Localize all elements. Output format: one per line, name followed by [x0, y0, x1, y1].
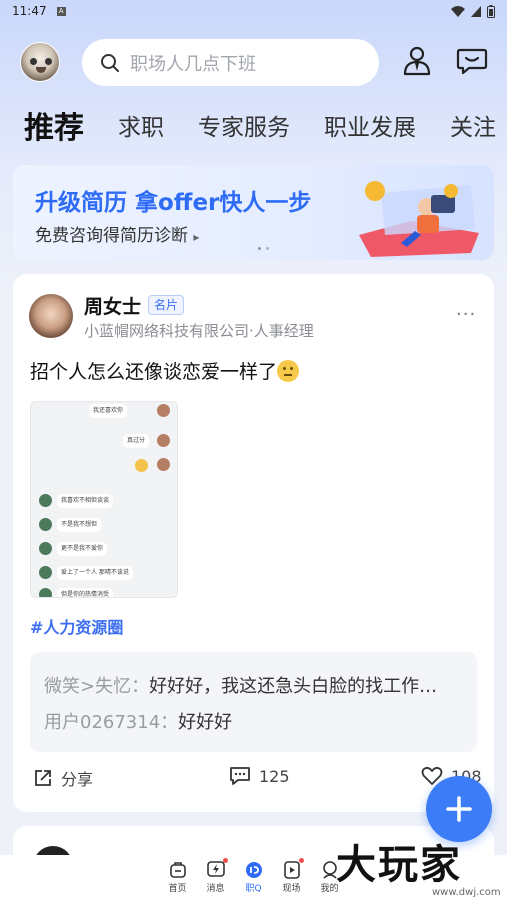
banner-subtitle: 免费咨询得简历诊断 ▸ — [35, 226, 200, 246]
status-bar: 11:47 A — [0, 0, 507, 22]
tab-job-seeking[interactable]: 求职 — [118, 108, 164, 142]
wifi-icon — [451, 5, 465, 17]
comment-author: 微笑>失忆： — [44, 676, 150, 697]
comment-item: 微笑>失忆：好好好，我这还急头白脸的找工作… — [44, 672, 437, 698]
post-image-chat-screenshot[interactable]: 我还喜欢你 真过分 我喜欢不相但谈谈 不是我不想但 更不是我不爱你 爱上了一个人… — [30, 401, 178, 598]
share-icon — [35, 770, 51, 786]
zhiq-icon — [245, 862, 262, 878]
banner-title: 升级简历 拿offer快人一步 — [35, 190, 312, 216]
live-icon — [283, 861, 300, 879]
comment-text: 好好好 — [178, 712, 233, 733]
chat-bubble: 我还喜欢你 — [89, 404, 128, 418]
chat-bubble: 更不是我不爱你 — [57, 542, 108, 556]
share-label: 分享 — [61, 770, 94, 789]
plus-icon — [446, 796, 472, 822]
banner-illustration — [359, 181, 479, 257]
more-options-icon[interactable]: ··· — [456, 304, 476, 325]
notification-icon: A — [56, 6, 66, 16]
comment-count: 125 — [259, 766, 290, 786]
search-placeholder: 职场人几点下班 — [130, 53, 256, 75]
top-header: 职场人几点下班 — [0, 36, 507, 90]
recruiter-icon[interactable] — [400, 44, 434, 78]
nav-label: 消息 — [206, 884, 225, 894]
nav-label: 首页 — [168, 884, 187, 894]
comment-author: 用户0267314： — [44, 712, 179, 733]
chat-avatar — [157, 404, 170, 417]
hashtag-link[interactable]: #人力资源圈 — [30, 614, 123, 638]
chat-bubble: 爱上了一个人 那晴不该说 — [57, 566, 133, 580]
chat-bubble: 但是你的热情消受 — [57, 588, 114, 597]
chat-bubble: 真过分 — [123, 434, 150, 448]
tab-following[interactable]: 关注 — [450, 108, 496, 142]
comment-button[interactable]: 125 — [229, 766, 290, 786]
chat-avatar — [157, 434, 170, 447]
signal-icon — [471, 5, 481, 17]
chat-avatar — [39, 494, 52, 507]
chat-avatar — [39, 588, 52, 597]
author-name[interactable]: 周女士 — [84, 292, 141, 319]
unread-dot — [222, 858, 228, 863]
unread-dot — [298, 858, 304, 863]
category-tabs: 推荐 求职 专家服务 职业发展 关注 — [0, 100, 507, 150]
battery-icon — [487, 4, 495, 18]
post-text: 招个人怎么还像谈恋爱一样了 — [30, 357, 300, 384]
message-icon[interactable] — [455, 44, 489, 78]
chat-avatar — [39, 566, 52, 579]
nav-home[interactable]: 首页 — [159, 855, 197, 903]
lightning-message-icon — [206, 861, 225, 877]
nav-label: 现场 — [282, 884, 301, 894]
chat-avatar — [39, 518, 52, 531]
chat-avatar — [157, 458, 170, 471]
user-avatar[interactable] — [20, 42, 60, 82]
search-icon — [101, 53, 119, 72]
tab-recommend[interactable]: 推荐 — [24, 103, 84, 147]
nav-messages[interactable]: 消息 — [197, 855, 235, 903]
author-avatar[interactable] — [29, 294, 73, 338]
comment-item: 用户0267314：好好好 — [44, 708, 232, 734]
nav-zhiq[interactable]: 职Q — [235, 855, 273, 903]
post-card[interactable]: 周女士 名片 小蓝帽网络科技有限公司·人事经理 ··· 招个人怎么还像谈恋爱一样… — [13, 274, 494, 812]
author-company: 小蓝帽网络科技有限公司·人事经理 — [84, 322, 314, 340]
watermark-url: www.dwj.com — [432, 887, 501, 898]
tab-expert-service[interactable]: 专家服务 — [198, 108, 290, 142]
name-card-badge[interactable]: 名片 — [148, 295, 185, 315]
comment-text: 好好好，我这还急头白脸的找工作… — [149, 676, 438, 697]
comments-preview[interactable]: 微笑>失忆：好好好，我这还急头白脸的找工作… 用户0267314：好好好 — [30, 652, 477, 752]
comment-icon — [230, 767, 250, 785]
banner-pagination — [258, 247, 269, 250]
promo-banner[interactable]: 升级简历 拿offer快人一步 免费咨询得简历诊断 ▸ — [13, 165, 494, 260]
share-button[interactable]: 分享 — [33, 766, 93, 790]
site-watermark: 大玩家 www.dwj.com — [336, 832, 504, 902]
tab-career-development[interactable]: 职业发展 — [324, 108, 416, 142]
banner-arrow-icon: ▸ — [193, 230, 200, 244]
chat-emoji-icon — [135, 459, 148, 472]
status-time: 11:47 — [12, 4, 47, 18]
chat-avatar — [39, 542, 52, 555]
chat-bubble: 我喜欢不相但谈谈 — [57, 494, 114, 508]
search-bar[interactable]: 职场人几点下班 — [82, 39, 379, 86]
post-actions: 分享 125 108 — [13, 764, 494, 794]
watermark-logo-text: 大玩家 — [336, 841, 462, 888]
neutral-face-emoji-icon — [277, 360, 300, 382]
nav-label: 职Q — [245, 884, 262, 894]
chat-bubble: 不是我不想但 — [57, 518, 102, 532]
nav-live[interactable]: 现场 — [273, 855, 311, 903]
home-icon — [169, 862, 186, 878]
